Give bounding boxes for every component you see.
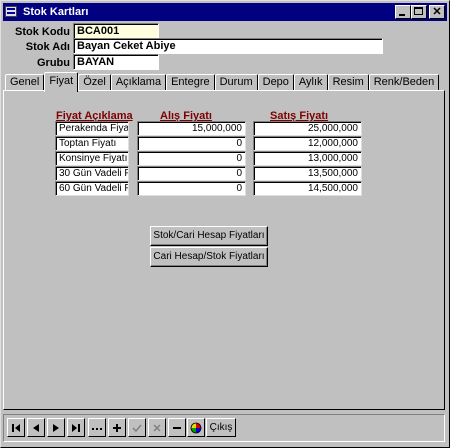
row-desc: 30 Gün Vadeli F <box>55 166 129 181</box>
window-title: Stok Kartları <box>23 6 89 18</box>
tab-genel[interactable]: Genel <box>5 74 45 91</box>
color-wheel-icon <box>190 422 202 433</box>
post-record-button[interactable] <box>128 418 146 437</box>
tab-aylik[interactable]: Aylık <box>293 74 328 91</box>
satis-fiyati-input[interactable]: 14,500,000 <box>253 181 362 196</box>
close-button[interactable]: ✕ <box>429 5 445 19</box>
tab-renk-beden[interactable]: Renk/Beden <box>368 74 440 91</box>
stok-adi-input[interactable]: Bayan Ceket Abiye <box>73 38 383 54</box>
prior-record-button[interactable] <box>27 418 45 437</box>
tab-durum[interactable]: Durum <box>214 74 258 91</box>
alis-fiyati-input[interactable]: 0 <box>137 136 246 151</box>
stok-cari-fiyatlari-button[interactable]: Stok/Cari Hesap Fiyatları <box>150 226 268 246</box>
tab-fiyat[interactable]: Fiyat <box>44 72 79 92</box>
last-record-icon <box>72 423 80 432</box>
tab-entegre[interactable]: Entegre <box>166 74 215 91</box>
ellipsis-icon <box>92 427 102 430</box>
tab-depo[interactable]: Depo <box>257 74 294 91</box>
cancel-icon <box>153 423 161 432</box>
tab-strip: Genel Fiyat Özel Açıklama Entegre Durum … <box>5 72 440 92</box>
stok-adi-label: Stok Adı <box>25 41 70 53</box>
more-button[interactable] <box>88 418 106 437</box>
minimize-icon <box>399 14 405 16</box>
alis-fiyati-input[interactable]: 15,000,000 <box>137 121 246 136</box>
stok-kodu-input[interactable]: BCA001 <box>73 23 159 39</box>
next-record-button[interactable] <box>47 418 65 437</box>
tab-resim[interactable]: Resim <box>327 74 369 91</box>
plus-icon <box>113 423 121 432</box>
title-bar: Stok Kartları ✕ <box>3 3 447 21</box>
check-icon <box>132 424 142 432</box>
app-icon <box>5 5 19 19</box>
row-desc: Perakenda Fiyat <box>55 121 129 136</box>
row-desc: Toptan Fiyatı <box>55 136 129 151</box>
stok-kodu-label: Stok Kodu <box>15 26 70 38</box>
cancel-record-button[interactable] <box>148 418 166 437</box>
tab-aciklama[interactable]: Açıklama <box>110 74 167 91</box>
grubu-input[interactable]: BAYAN <box>73 54 159 70</box>
alis-fiyati-input[interactable]: 0 <box>137 181 246 196</box>
satis-fiyati-input[interactable]: 13,000,000 <box>253 151 362 166</box>
satis-fiyati-input[interactable]: 12,000,000 <box>253 136 362 151</box>
alis-fiyati-input[interactable]: 0 <box>137 166 246 181</box>
grubu-label: Grubu <box>37 57 70 69</box>
row-desc: Konsinye Fiyatı <box>55 151 129 166</box>
delete-record-button[interactable] <box>168 418 186 437</box>
tab-ozel[interactable]: Özel <box>78 74 111 91</box>
minus-icon <box>173 426 181 429</box>
satis-fiyati-input[interactable]: 25,000,000 <box>253 121 362 136</box>
next-record-icon <box>53 423 59 432</box>
satis-fiyati-input[interactable]: 13,500,000 <box>253 166 362 181</box>
alis-fiyati-input[interactable]: 0 <box>137 151 246 166</box>
insert-record-button[interactable] <box>108 418 126 437</box>
first-record-icon <box>12 423 20 432</box>
refresh-button[interactable] <box>187 418 205 437</box>
close-icon: ✕ <box>432 6 442 18</box>
first-record-button[interactable] <box>7 418 25 437</box>
minimize-button[interactable] <box>395 5 411 19</box>
prior-record-icon <box>33 423 39 432</box>
exit-button[interactable]: Çıkış <box>206 418 236 437</box>
maximize-button[interactable] <box>411 5 427 19</box>
last-record-button[interactable] <box>67 418 85 437</box>
maximize-icon <box>414 7 423 15</box>
cari-stok-fiyatlari-button[interactable]: Cari Hesap/Stok Fiyatları <box>150 247 268 267</box>
row-desc: 60 Gün Vadeli F <box>55 181 129 196</box>
